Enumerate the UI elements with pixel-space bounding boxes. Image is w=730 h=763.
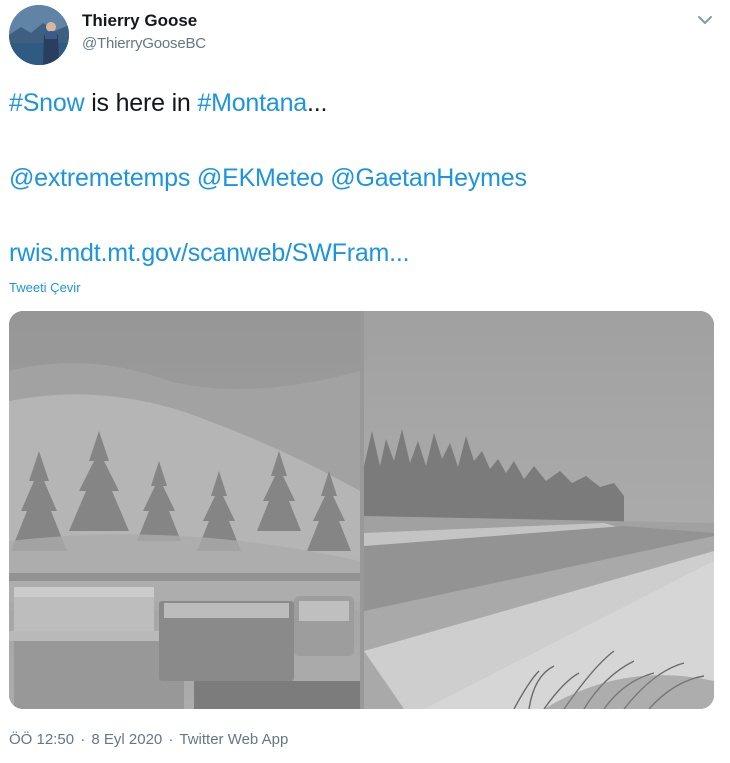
tweet-text-line-1: #Snow is here in #Montana... (9, 88, 327, 118)
photo-snowy-roadside[interactable] (9, 311, 360, 709)
tweet-card: Thierry Goose @ThierryGooseBC #Snow is h… (0, 0, 730, 763)
hashtag-snow[interactable]: #Snow (9, 89, 85, 117)
avatar[interactable] (9, 5, 69, 65)
user-display-name[interactable]: Thierry Goose (82, 11, 197, 31)
avatar-photo (9, 5, 69, 65)
tweet-url-line: rwis.mdt.mt.gov/scanweb/SWFram... (9, 238, 410, 268)
separator-dot: · (80, 731, 86, 748)
tweet-link[interactable]: rwis.mdt.mt.gov/scanweb/SWFram... (9, 239, 410, 267)
user-handle[interactable]: @ThierryGooseBC (82, 35, 206, 52)
chevron-down-icon[interactable] (693, 8, 717, 32)
mention-ekmeteo[interactable]: @EKMeteo (197, 164, 324, 192)
mention-gaetanheymes[interactable]: @GaetanHeymes (330, 164, 527, 192)
tweet-text-middle: is here in (84, 89, 198, 117)
mention-extremetemps[interactable]: @extremetemps (9, 164, 190, 192)
tweet-mentions: @extremetemps @EKMeteo @GaetanHeymes (9, 163, 527, 193)
tweet-time[interactable]: ÖÖ 12:50 (9, 731, 74, 748)
tweet-source[interactable]: Twitter Web App (179, 731, 288, 748)
translate-tweet-link[interactable]: Tweeti Çevir (9, 280, 81, 295)
separator-dot: · (168, 731, 174, 748)
photo-snowy-highway[interactable] (364, 311, 714, 709)
hashtag-montana[interactable]: #Montana (197, 89, 307, 117)
media-grid (9, 311, 714, 709)
tweet-timestamp: ÖÖ 12:50 · 8 Eyl 2020 · Twitter Web App (9, 731, 288, 748)
tweet-text-ellipsis: ... (307, 89, 328, 117)
tweet-date[interactable]: 8 Eyl 2020 (91, 731, 162, 748)
